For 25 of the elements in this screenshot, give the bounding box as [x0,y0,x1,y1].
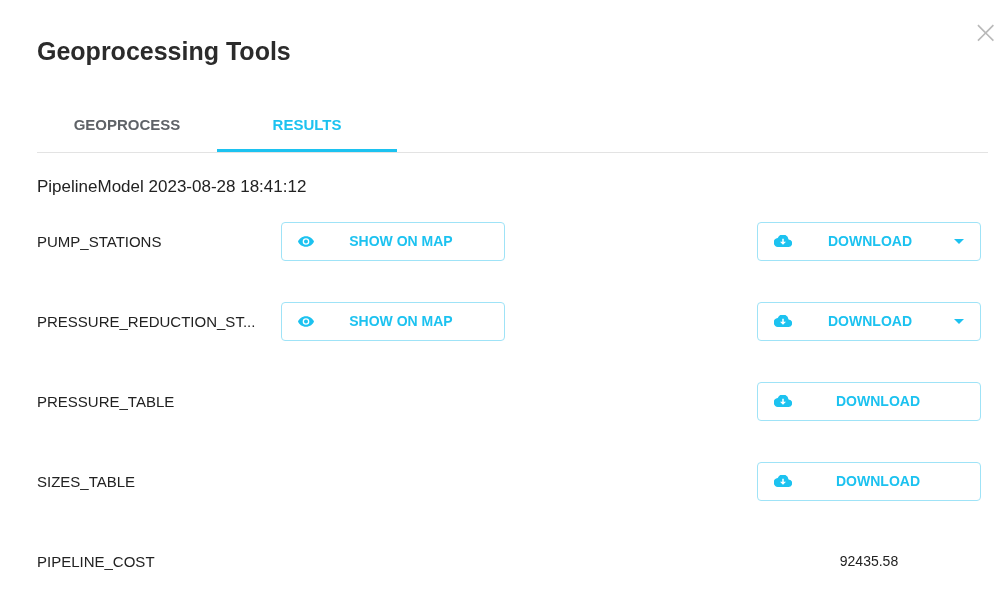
result-name: PUMP_STATIONS [37,232,163,250]
result-value: 92435.58 [839,553,899,569]
result-name: PRESSURE_REDUCTION_ST... [37,312,257,330]
dialog-title: Geoprocessing Tools [37,37,292,66]
tab[interactable]: GEOPROCESS [37,104,217,152]
show-on-map-button[interactable]: SHOW ON MAP [281,221,505,261]
download-button[interactable]: DOWNLOAD [757,461,981,501]
result-title: PipelineModel 2023-08-28 18:41:12 [37,177,308,197]
tab[interactable]: RESULTS [217,104,397,152]
result-name: PIPELINE_COST [37,552,156,570]
cloud-download-icon [774,475,792,487]
eye-icon [298,315,314,327]
result-name: SIZES_TABLE [37,472,137,490]
cloud-download-icon [774,315,792,327]
download-button[interactable]: DOWNLOAD [757,301,981,341]
close-button[interactable]: × [972,16,999,48]
result-name: PRESSURE_TABLE [37,392,176,410]
cloud-download-icon [774,235,792,247]
download-button[interactable]: DOWNLOAD [757,381,981,421]
download-button[interactable]: DOWNLOAD [757,221,981,261]
cloud-download-icon [774,395,792,407]
caret-icon [954,238,964,244]
eye-icon [298,235,314,247]
show-on-map-button[interactable]: SHOW ON MAP [281,301,505,341]
caret-icon [954,318,964,324]
